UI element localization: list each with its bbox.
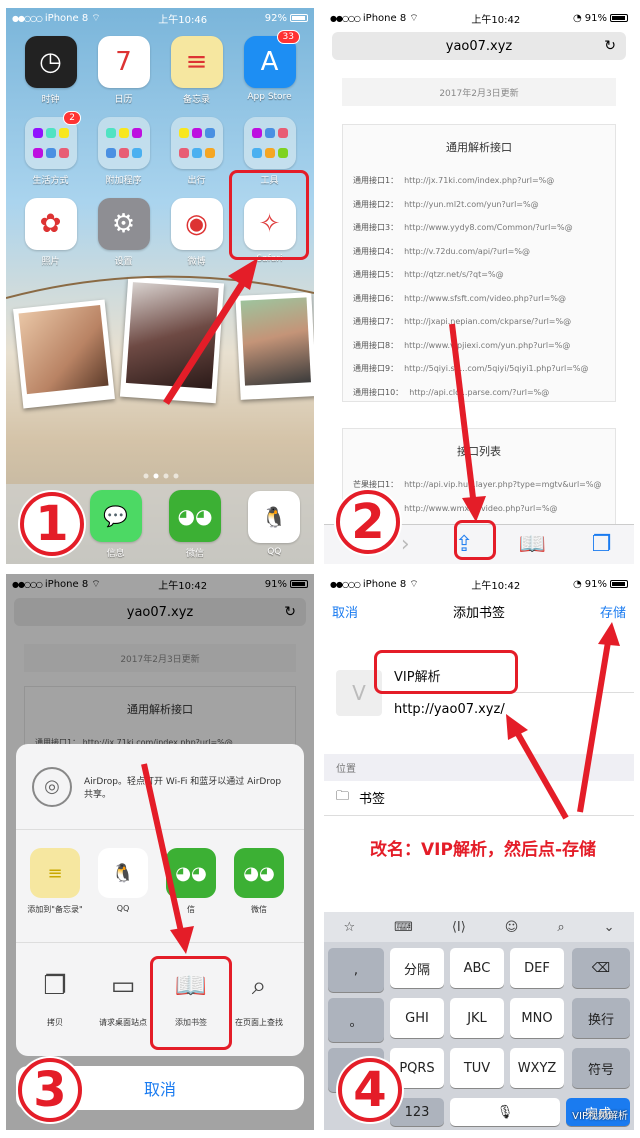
watermark: VIP视频解析 (572, 1111, 628, 1122)
dock-app-0[interactable]: 💬 信息 (89, 489, 142, 559)
key[interactable]: WXYZ (510, 1048, 564, 1088)
home-screen-panel: ●●○○○ iPhone 8 ⌔ 上午10:46 92% ◷ 时钟 7 日历 ≡ 备忘录 A Ap… (6, 8, 314, 564)
messages-icon: 💬 (89, 489, 142, 542)
highlight-box (229, 170, 309, 260)
step-number: 2 (336, 490, 400, 554)
safari-page-panel: ●●○○○ iPhone 8 ⌔ 上午10:42 ◔ 91% yao07.xyz ↻ 2… (324, 8, 634, 564)
cursor-icon[interactable]: ⟨I⟩ (452, 920, 466, 935)
key[interactable]: GHI (390, 998, 444, 1038)
app-label: 信息 (106, 548, 125, 559)
emoji-star-icon[interactable]: ☆ (343, 920, 355, 935)
keyboard-icon[interactable]: ⌨ (394, 920, 413, 935)
wechat-icon: ◕◕ (168, 489, 221, 542)
step-number: 1 (20, 492, 84, 556)
key[interactable]: MNO (510, 998, 564, 1038)
key[interactable]: 分隔 (390, 948, 444, 988)
tutorial-arrow (449, 323, 486, 522)
key[interactable]: , (328, 948, 384, 992)
search-icon[interactable]: ⌕ (557, 920, 564, 935)
emoji-icon[interactable]: ☺ (505, 920, 519, 935)
step-number: 3 (18, 1058, 82, 1122)
step-number: 4 (338, 1058, 402, 1122)
dock-app-1[interactable]: ◕◕ 微信 (168, 489, 221, 559)
add-bookmark-panel: ●●○○○ iPhone 8 ⌔ 上午10:42 ◔ 91% 取消 添加书签 存储 V… (324, 574, 634, 1130)
key[interactable]: 符号 (572, 1048, 630, 1088)
mic-icon: 🎙 (496, 1104, 514, 1120)
tutorial-arrow (6, 258, 314, 479)
app-label: QQ (267, 547, 282, 557)
share-sheet-panel: ●●○○○ iPhone 8 ⌔ 上午10:42 91% yao07.xyz ↻ 20… (6, 574, 314, 1130)
dock-app-2[interactable]: 🐧 QQ (248, 491, 301, 557)
key[interactable]: ⌫ (572, 948, 630, 988)
key[interactable]: DEF (510, 948, 564, 988)
key[interactable]: TUV (450, 1048, 504, 1088)
key[interactable]: JKL (450, 998, 504, 1038)
app-label: 微信 (185, 548, 204, 559)
qq-icon: 🐧 (248, 491, 301, 543)
space-key[interactable]: 🎙 (450, 1098, 560, 1126)
collapse-keyboard-icon[interactable]: ⌄ (604, 920, 615, 935)
tutorial-arrow (141, 763, 194, 954)
key[interactable]: ABC (450, 948, 504, 988)
key[interactable]: 。 (328, 998, 384, 1042)
keyboard-toolbar: ☆ ⌨ ⟨I⟩ ☺ ⌕ ⌄ (324, 912, 634, 942)
key[interactable]: 换行 (572, 998, 630, 1038)
